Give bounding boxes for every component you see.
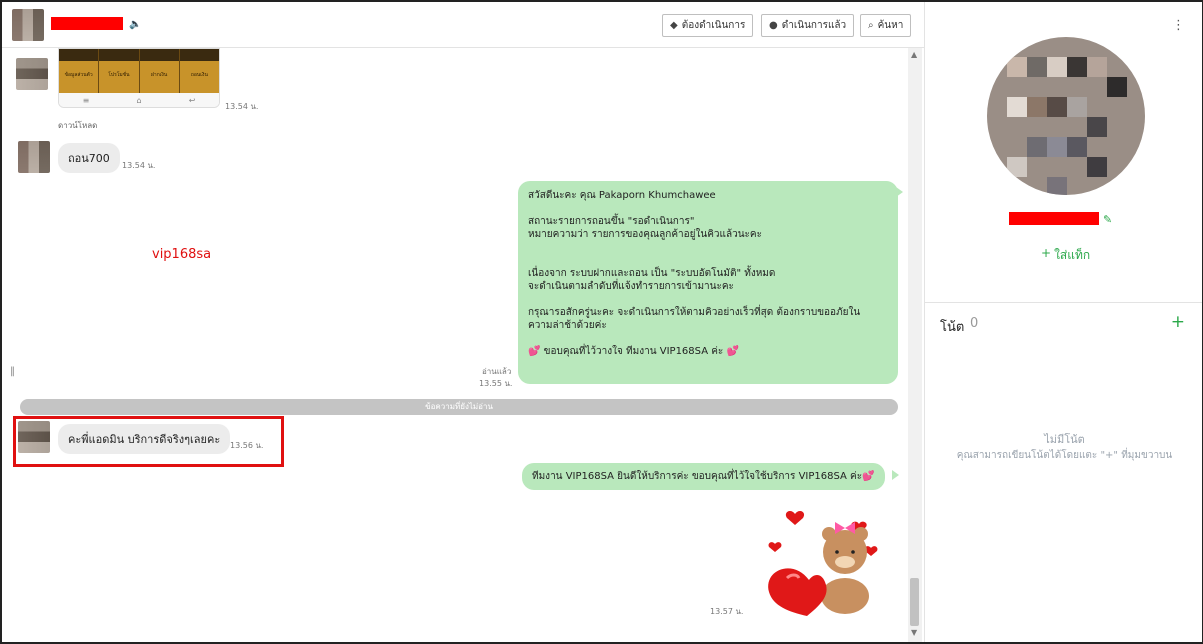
add-tag-label: ใส่แท็ก — [1054, 248, 1091, 262]
image-nav-bar: ≡ ⌂ ↩ — [59, 93, 219, 107]
image-cell: ข้อมูลส่วนตัว — [59, 49, 100, 93]
menu-icon: ≡ — [82, 95, 90, 105]
profile-picture[interactable] — [987, 37, 1145, 195]
done-button[interactable]: ● ดำเนินการแล้ว — [761, 14, 855, 37]
incoming-message[interactable]: ถอน700 — [58, 143, 120, 173]
bubble-tail — [892, 470, 899, 480]
chat-area[interactable]: ข้อมูลส่วนตัว โปรโมชั่น ฝากเงิน ถอนเงิน … — [2, 48, 924, 642]
message-time: 13.54 น. — [122, 161, 156, 170]
app-window: 🔈 ◆ ต้องดำเนินการ ● ดำเนินการแล้ว ⌕ ค้นห… — [0, 0, 1203, 644]
image-cell: ฝากเงิน — [140, 49, 180, 93]
sender-avatar[interactable] — [16, 58, 48, 90]
message-time: 13.57 น. — [710, 607, 744, 616]
incoming-message[interactable]: คะพี่แอดมิน บริการดีจริงๆเลยคะ — [58, 424, 231, 454]
chat-header: 🔈 ◆ ต้องดำเนินการ ● ดำเนินการแล้ว ⌕ ค้นห… — [2, 2, 924, 48]
notes-title: โน้ต — [940, 320, 965, 335]
contact-avatar[interactable] — [12, 9, 44, 41]
image-cell: ถอนเงิน — [190, 72, 208, 78]
done-label: ดำเนินการแล้ว — [781, 20, 847, 31]
message-time: 13.55 น. — [479, 379, 513, 388]
contact-name-redacted — [51, 17, 123, 30]
notes-count: 0 — [970, 316, 979, 331]
speaker-icon[interactable]: 🔈 — [129, 19, 141, 30]
download-link[interactable]: ดาวน์โหลด — [58, 119, 97, 132]
sender-avatar[interactable] — [18, 141, 50, 173]
plus-icon: + — [1041, 246, 1052, 260]
image-message[interactable]: ข้อมูลส่วนตัว โปรโมชั่น ฝากเงิน ถอนเงิน … — [58, 48, 220, 108]
more-options-icon[interactable]: ⋮ — [1172, 18, 1185, 33]
outgoing-message[interactable]: สวัสดีนะคะ คุณ Pakaporn Khumchawee สถานะ… — [518, 181, 898, 384]
back-icon: ↩ — [188, 95, 196, 105]
add-note-icon[interactable]: + — [1171, 312, 1185, 332]
no-notes-message: ไม่มีโน้ต — [1044, 433, 1085, 446]
image-cell: โปรโมชั่น — [99, 49, 140, 93]
panel-divider — [925, 302, 1202, 303]
tag-icon: ◆ — [670, 20, 678, 31]
outgoing-message[interactable]: ทีมงาน VIP168SA ยินดีให้บริการค่ะ ขอบคุณ… — [522, 463, 885, 490]
add-tag-button[interactable]: + ใส่แท็ก — [1041, 246, 1090, 265]
message-time: 13.56 น. — [230, 441, 264, 450]
image-menu-strip: ข้อมูลส่วนตัว โปรโมชั่น ฝากเงิน ถอนเงิน — [59, 49, 219, 93]
todo-button[interactable]: ◆ ต้องดำเนินการ — [662, 14, 754, 37]
message-time: 13.54 น. — [225, 102, 259, 111]
scroll-up-icon[interactable]: ▲ — [911, 50, 917, 59]
bubble-tail — [896, 187, 903, 197]
search-icon: ⌕ — [868, 20, 874, 31]
scroll-down-icon[interactable]: ▼ — [911, 628, 917, 637]
scroll-thumb[interactable] — [910, 578, 919, 626]
unread-divider: ข้อความที่ยังไม่อ่าน — [20, 399, 898, 415]
bear-heart-sticker[interactable] — [759, 508, 885, 616]
resize-handle-icon[interactable]: ‖ — [10, 366, 15, 377]
todo-label: ต้องดำเนินการ — [681, 20, 746, 31]
chat-scrollbar[interactable]: ▲ ▼ — [908, 48, 922, 642]
search-label: ค้นหา — [877, 20, 904, 31]
profile-name-redacted — [1009, 212, 1099, 225]
home-icon: ⌂ — [136, 95, 142, 105]
watermark-text: vip168sa — [152, 247, 212, 262]
edit-name-icon[interactable]: ✎ — [1103, 213, 1112, 226]
no-notes-hint: คุณสามารถเขียนโน้ตได้โดยแตะ "+" ที่มุมขว… — [956, 450, 1173, 461]
profile-panel: ⋮ ✎ + ใส่แท็ก โน้ต 0 + ไม่มีโน้ต คุณสามา… — [924, 2, 1202, 642]
search-button[interactable]: ⌕ ค้นหา — [860, 14, 912, 37]
sender-avatar[interactable] — [18, 421, 50, 453]
chat-icon: ● — [769, 20, 778, 31]
